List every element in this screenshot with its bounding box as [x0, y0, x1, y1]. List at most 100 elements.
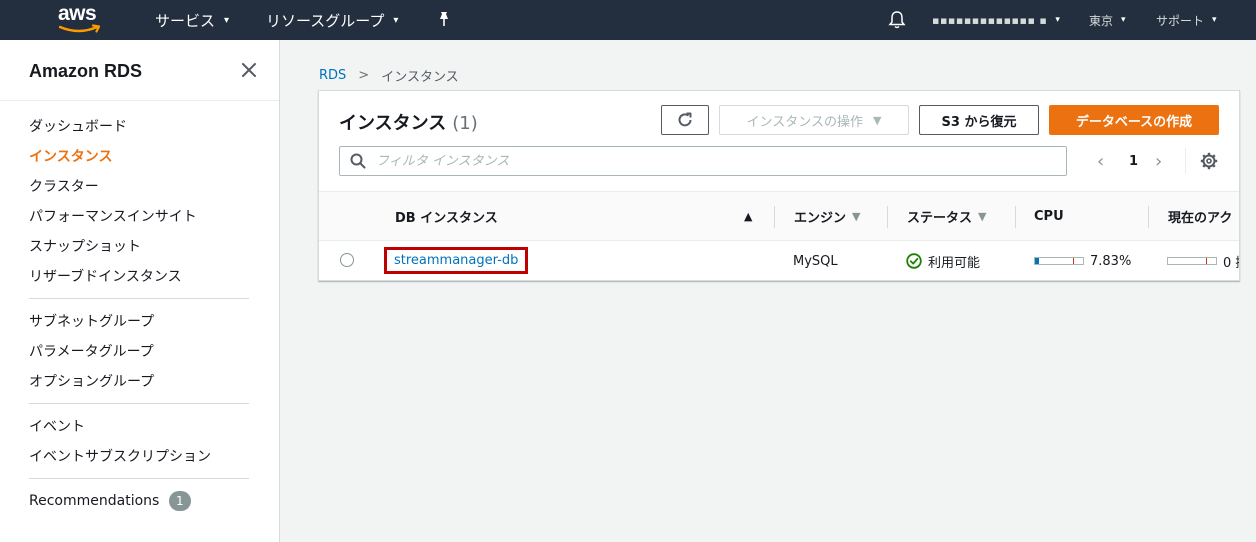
- chevron-right-icon: >: [358, 68, 370, 83]
- panel-title: インスタンス (1): [339, 109, 478, 135]
- chevron-down-icon: ▾: [1121, 15, 1126, 25]
- bell-icon[interactable]: [888, 10, 906, 30]
- caret-down-icon: ▼: [873, 113, 882, 127]
- pager-divider: [1185, 148, 1186, 174]
- sort-ascending-icon[interactable]: ▲: [744, 210, 752, 223]
- status-text: 利用可能: [928, 255, 981, 271]
- region-menu[interactable]: 東京 ▾: [1089, 0, 1126, 40]
- create-database-label: データベースの作成: [1075, 114, 1193, 130]
- sidebar-item-parameter-groups[interactable]: パラメータグループ: [29, 341, 154, 361]
- column-header-status[interactable]: ステータス ▼: [907, 192, 986, 240]
- instance-actions-dropdown[interactable]: インスタンスの操作 ▼: [719, 105, 909, 135]
- account-menu[interactable]: ▪▪▪▪▪▪▪▪▪▪▪▪▪ ▪ ▾: [932, 0, 1060, 40]
- column-divider: [774, 206, 775, 228]
- refresh-button[interactable]: [661, 105, 709, 135]
- region-label: 東京: [1089, 13, 1114, 28]
- connections-bar: [1167, 257, 1217, 265]
- sidebar-item-option-groups[interactable]: オプショングループ: [29, 371, 154, 391]
- resource-groups-label: リソースグループ: [266, 11, 385, 30]
- recommendations-label: Recommendations: [29, 493, 160, 509]
- sidebar-item-snapshots[interactable]: スナップショット: [29, 236, 141, 256]
- status-cell: 利用可能: [906, 242, 980, 280]
- cpu-cell: 7.83%: [1034, 242, 1131, 280]
- sidebar-divider: [29, 478, 249, 479]
- chevron-down-icon: ▾: [1212, 15, 1217, 25]
- column-header-engine-label: エンジン: [794, 210, 847, 226]
- status-available-icon: [906, 253, 922, 269]
- filter-search-input[interactable]: [376, 153, 1026, 169]
- close-icon[interactable]: [240, 61, 258, 79]
- sort-icon: ▼: [852, 209, 861, 223]
- sort-icon: ▼: [978, 209, 987, 223]
- filter-search-box[interactable]: [339, 146, 1067, 176]
- support-label: サポート: [1156, 13, 1205, 28]
- sidebar-item-subnet-groups[interactable]: サブネットグループ: [29, 311, 154, 331]
- sidebar-item-recommendations[interactable]: Recommendations 1: [29, 491, 191, 511]
- column-header-cpu[interactable]: CPU: [1034, 192, 1064, 240]
- panel-title-text: インスタンス: [339, 113, 447, 134]
- breadcrumb-current: インスタンス: [381, 70, 459, 85]
- column-header-db-instance-label: DB インスタンス: [395, 210, 498, 226]
- refresh-icon: [678, 112, 692, 127]
- chevron-right-icon: ›: [1155, 150, 1163, 172]
- restore-from-s3-label: S3 から復元: [941, 114, 1017, 130]
- sidebar-item-event-subscriptions[interactable]: イベントサブスクリプション: [29, 446, 211, 466]
- aws-logo[interactable]: aws: [58, 2, 104, 36]
- column-header-engine[interactable]: エンジン ▼: [794, 192, 860, 240]
- chevron-down-icon: ▾: [224, 14, 230, 26]
- cpu-usage-bar: [1034, 257, 1084, 265]
- instances-panel: インスタンス (1) インスタンスの操作 ▼ S3 から復元 データベースの作成 …: [318, 90, 1240, 281]
- chevron-down-icon: ▾: [393, 14, 399, 26]
- current-activity-cell: 0 接: [1167, 242, 1239, 280]
- connections-value: 0 接: [1223, 255, 1239, 271]
- instance-count: (1): [452, 113, 478, 134]
- resource-groups-menu[interactable]: リソースグループ ▾: [266, 0, 398, 40]
- sidebar-item-instances[interactable]: インスタンス: [29, 146, 112, 166]
- pin-icon[interactable]: [437, 11, 451, 27]
- db-instance-link[interactable]: streammanager-db: [384, 247, 529, 274]
- cpu-value: 7.83%: [1090, 253, 1132, 269]
- aws-smile-icon: [59, 24, 101, 33]
- column-divider: [1148, 206, 1149, 228]
- sidebar-item-dashboard[interactable]: ダッシュボード: [29, 116, 127, 136]
- column-divider: [1015, 206, 1016, 228]
- next-page-button[interactable]: ›: [1155, 146, 1162, 176]
- current-page-number[interactable]: 1: [1129, 146, 1138, 176]
- column-header-status-label: ステータス: [907, 210, 973, 226]
- sidebar-title: Amazon RDS: [29, 61, 143, 81]
- chevron-left-icon: ‹: [1097, 150, 1105, 172]
- table-header: DB インスタンス ▲ エンジン ▼ ステータス ▼ CPU 現在のアク: [319, 191, 1239, 241]
- breadcrumb: RDS > インスタンス: [319, 66, 459, 85]
- support-menu[interactable]: サポート ▾: [1156, 0, 1217, 40]
- create-database-button[interactable]: データベースの作成: [1049, 105, 1219, 135]
- column-header-current-activity[interactable]: 現在のアク: [1168, 192, 1232, 240]
- sidebar-divider: [29, 403, 249, 404]
- sidebar-item-reserved-instances[interactable]: リザーブドインスタンス: [29, 266, 182, 286]
- sidebar-item-clusters[interactable]: クラスター: [29, 176, 99, 196]
- gear-icon[interactable]: [1200, 152, 1218, 170]
- recommendations-count-badge: 1: [168, 491, 191, 511]
- sidebar-item-events[interactable]: イベント: [29, 416, 85, 436]
- sidebar-header: Amazon RDS: [0, 40, 279, 101]
- aws-logo-text: aws: [58, 2, 97, 25]
- column-header-cpu-label: CPU: [1034, 208, 1064, 224]
- breadcrumb-rds-link[interactable]: RDS: [319, 68, 346, 83]
- connections-threshold-mark: [1206, 258, 1207, 264]
- chevron-down-icon: ▾: [1055, 15, 1061, 25]
- services-label: サービス: [155, 11, 216, 30]
- engine-cell: MySQL: [793, 253, 838, 269]
- column-header-db-instance[interactable]: DB インスタンス: [395, 192, 498, 240]
- row-select-radio[interactable]: [340, 253, 354, 267]
- cpu-threshold-mark: [1073, 258, 1074, 264]
- services-menu[interactable]: サービス ▾: [155, 0, 229, 40]
- search-icon: [350, 153, 366, 169]
- account-label: ▪▪▪▪▪▪▪▪▪▪▪▪▪ ▪: [932, 13, 1048, 27]
- previous-page-button[interactable]: ‹: [1097, 146, 1104, 176]
- column-header-current-activity-label: 現在のアク: [1168, 210, 1233, 226]
- table-row: streammanager-db MySQL 利用可能 7.83% 0 接: [319, 242, 1239, 280]
- column-divider: [887, 206, 888, 228]
- sidebar-divider: [29, 298, 249, 299]
- sidebar-item-performance-insights[interactable]: パフォーマンスインサイト: [29, 206, 197, 226]
- sidebar: Amazon RDS ダッシュボード インスタンス クラスター パフォーマンスイ…: [0, 40, 280, 542]
- restore-from-s3-button[interactable]: S3 から復元: [919, 105, 1039, 135]
